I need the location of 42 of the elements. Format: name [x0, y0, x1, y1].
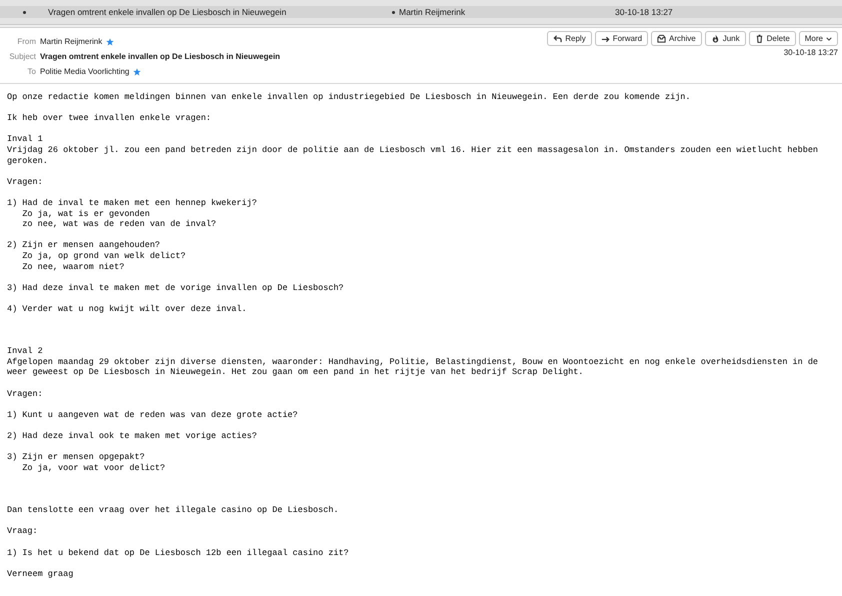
paragraph: Vragen: — [7, 176, 44, 188]
paragraph: Verneem graag — [7, 568, 74, 580]
field-label: From — [16, 36, 36, 48]
paragraph: Op onze redactie komen meldingen binnen van enkele invallen op industriegebied De Liesbosch in Nieuwegein. Een derde zou komende zijn. — [7, 92, 692, 103]
field-value: Vragen omtrent enkele invallen op De Liesbosch in Nieuwegein — [40, 51, 280, 63]
chevron-down-icon — [826, 36, 832, 42]
more-button[interactable]: More — [798, 31, 838, 46]
paragraph: 1) Had de inval te maken met een hennep kwekerij? Zo ja, wat is er gevonden zo nee, wat was de reden van de inval? — [7, 198, 258, 230]
forward-button[interactable]: Forward — [594, 31, 648, 46]
paragraph: Vraag: — [7, 526, 39, 537]
delete-button[interactable]: Delete — [748, 31, 796, 46]
reply-arrow-icon — [553, 34, 562, 43]
paragraph: Dan tenslotte een vraag over het illegale casino op De Liesbosch. — [7, 505, 340, 516]
trash-icon — [754, 34, 764, 43]
flame-icon — [710, 34, 720, 43]
date-text: 30-10-18 13:27 — [784, 47, 838, 59]
message-row[interactable]: Vragen omtrent enkele invallen op De Liesbosch in Nieuwegein Martin Reijmerink 30-10-18 13:27 — [0, 6, 842, 18]
message-date: 30-10-18 13:27 — [615, 6, 673, 18]
paragraph: 4) Verder wat u nog kwijt wilt over deze inval. — [7, 304, 248, 314]
paragraph: Ik heb over twee invallen enkele vragen: — [7, 113, 212, 124]
paragraph: Inval 1 Vrijdag 26 oktober jl. zou een pand betreden zijn door de politie aan de Liesbosch vml 16. Hier zit een massagesalon in. Omstanders zouden een wietlucht hebben geroken. — [7, 134, 820, 166]
paragraph: 2) Had deze inval ook te maken met vorige acties? — [7, 431, 258, 442]
star-icon[interactable] — [133, 68, 142, 76]
paragraph: 1) Is het u bekend dat op De Liesbosch 12b een illegaal casino zit? — [7, 548, 350, 558]
field-value: Martin Reijmerink — [40, 36, 102, 48]
field-label: Subject — [8, 51, 36, 63]
message-subject: Vragen omtrent enkele invallen op De Liesbosch in Nieuwegein — [48, 6, 288, 18]
paragraph: Vragen: — [7, 388, 44, 400]
junk-button[interactable]: Junk — [704, 31, 746, 46]
message-sender: Martin Reijmerink — [399, 6, 466, 18]
paragraph: Inval 2 Afgelopen maandag 29 oktober zijn diverse diensten, waaronder: Handhaving, Politie, Belastingdienst, Bouw en Woontoezicht en nog enkele overheidsdiensten in de weer geweest op De Liesbosch in Nieuwegein. Het zou gaan om een pand in het rijtje van het bedrijf Scrap Delight. — [7, 346, 820, 378]
paragraph: 2) Zijn er mensen aangehouden? Zo ja, op grond van welk delict? Zo nee, waarom niet? — [7, 240, 187, 272]
tray-icon — [657, 34, 666, 43]
archive-button[interactable]: Archive — [651, 31, 702, 46]
field-label: To — [26, 66, 36, 78]
field-value: Politie Media Voorlichting — [40, 66, 130, 78]
paragraph: 1) Kunt u aangeven wat de reden was van deze grote actie? — [7, 410, 299, 420]
reply-button[interactable]: Reply — [547, 31, 592, 46]
paragraph: 3) Zijn er mensen opgepakt? Zo ja, voor wat voor delict? — [7, 452, 166, 474]
paragraph: 3) Had deze inval te maken met de vorige invallen op De Liesbosch? — [7, 282, 345, 294]
forward-arrow-icon — [600, 34, 610, 43]
star-icon[interactable] — [106, 38, 114, 46]
